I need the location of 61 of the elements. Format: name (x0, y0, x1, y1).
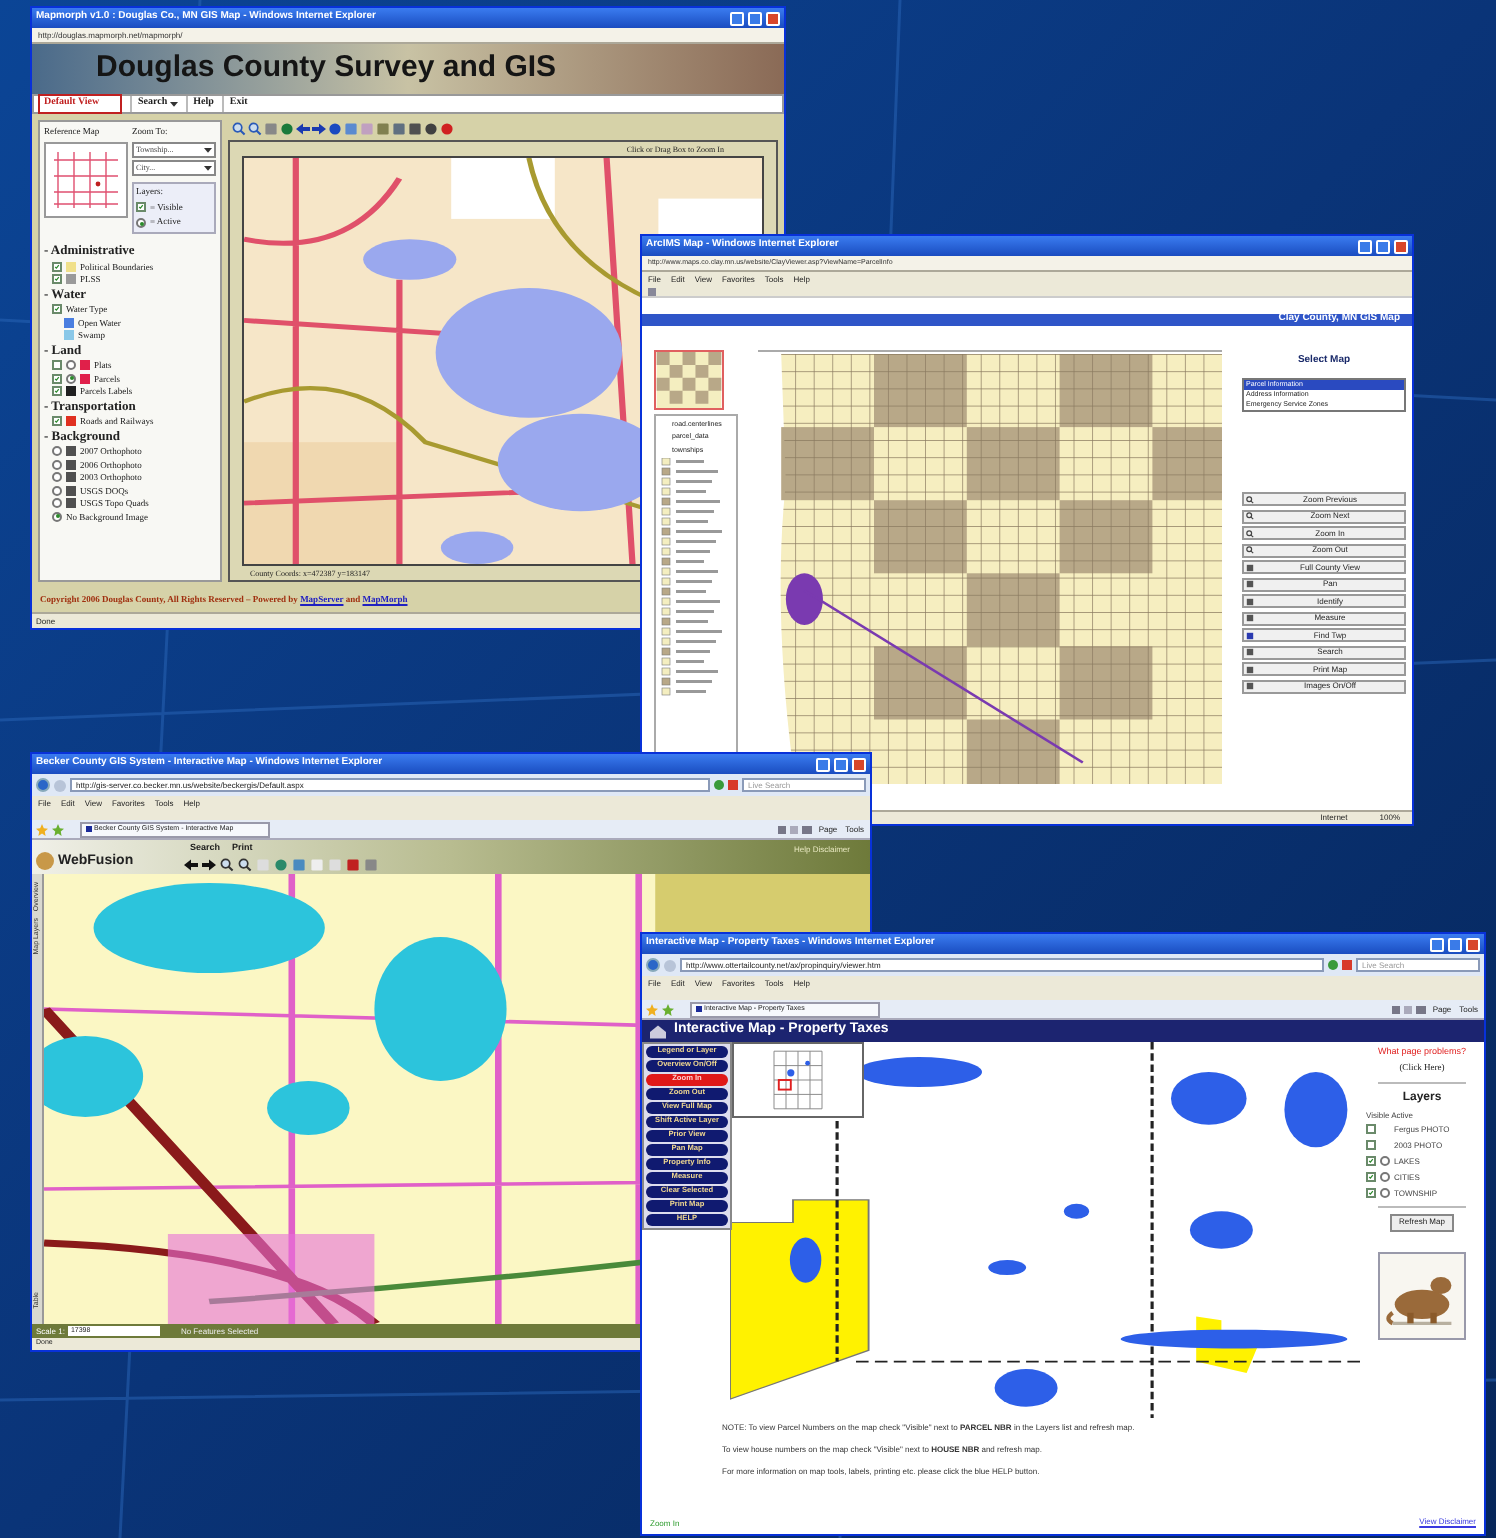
magnifier-icon (1246, 546, 1254, 555)
maximize-button[interactable] (1448, 937, 1462, 951)
radio-button[interactable] (66, 360, 76, 370)
forward-arrow-icon[interactable] (312, 121, 326, 135)
zoom-in-icon[interactable] (220, 858, 234, 872)
close-button[interactable] (1394, 239, 1408, 253)
add-favorite-icon[interactable] (52, 823, 64, 835)
checkbox[interactable] (1366, 1140, 1376, 1150)
radio-button[interactable] (52, 446, 62, 456)
logo-icon (36, 852, 54, 871)
caret-icon (169, 100, 178, 108)
minimize-button[interactable] (816, 757, 830, 771)
radio-button[interactable] (52, 472, 62, 482)
checkbox-icon (136, 202, 146, 213)
reference-map-drawing[interactable] (44, 141, 128, 218)
radio-button[interactable] (66, 373, 76, 383)
checkbox[interactable] (1366, 1172, 1376, 1182)
radio-button[interactable] (52, 498, 62, 508)
zoom-out-icon[interactable] (248, 121, 262, 135)
overview-map-drawing[interactable] (654, 350, 724, 410)
radio-button[interactable] (52, 459, 62, 469)
checkbox[interactable] (1366, 1124, 1376, 1134)
back-button[interactable] (646, 958, 660, 972)
close-button[interactable] (766, 11, 780, 25)
radio-button[interactable] (1380, 1172, 1390, 1182)
magnifier-icon (1246, 529, 1254, 538)
zoom-out-icon[interactable] (238, 858, 252, 872)
checkbox[interactable] (52, 304, 62, 314)
checkbox[interactable] (1366, 1188, 1376, 1198)
checkbox[interactable] (52, 373, 62, 383)
checkbox[interactable] (52, 416, 62, 426)
maximize-button[interactable] (748, 11, 762, 25)
banner-title: Douglas County Survey and GIS (96, 48, 557, 89)
back-button[interactable] (36, 778, 50, 792)
radio-button[interactable] (52, 511, 62, 521)
checkbox[interactable] (52, 386, 62, 396)
add-favorite-icon[interactable] (662, 1003, 674, 1015)
maximize-button[interactable] (1376, 239, 1390, 253)
zoom-in-icon[interactable] (232, 121, 246, 135)
minimize-button[interactable] (1430, 937, 1444, 951)
star-icon[interactable] (646, 1003, 658, 1015)
radio-button[interactable] (1380, 1188, 1390, 1198)
minimize-button[interactable] (730, 11, 744, 25)
checkbox[interactable] (52, 261, 62, 271)
forward-arrow-icon[interactable] (202, 858, 216, 872)
checkbox[interactable] (1366, 1156, 1376, 1166)
close-button[interactable] (1466, 937, 1480, 951)
maximize-button[interactable] (834, 757, 848, 771)
back-arrow-icon[interactable] (184, 858, 198, 872)
star-icon[interactable] (36, 823, 48, 835)
checkbox[interactable] (52, 360, 62, 370)
magnifier-icon (1246, 495, 1254, 504)
close-button[interactable] (852, 757, 866, 771)
checkbox[interactable] (52, 274, 62, 284)
minimize-button[interactable] (1358, 239, 1372, 253)
magnifier-icon (1246, 512, 1254, 521)
back-arrow-icon[interactable] (296, 121, 310, 135)
radio-icon (136, 218, 146, 229)
overview-map-drawing[interactable] (732, 1042, 864, 1118)
radio-button[interactable] (1380, 1156, 1390, 1166)
radio-button[interactable] (52, 485, 62, 495)
